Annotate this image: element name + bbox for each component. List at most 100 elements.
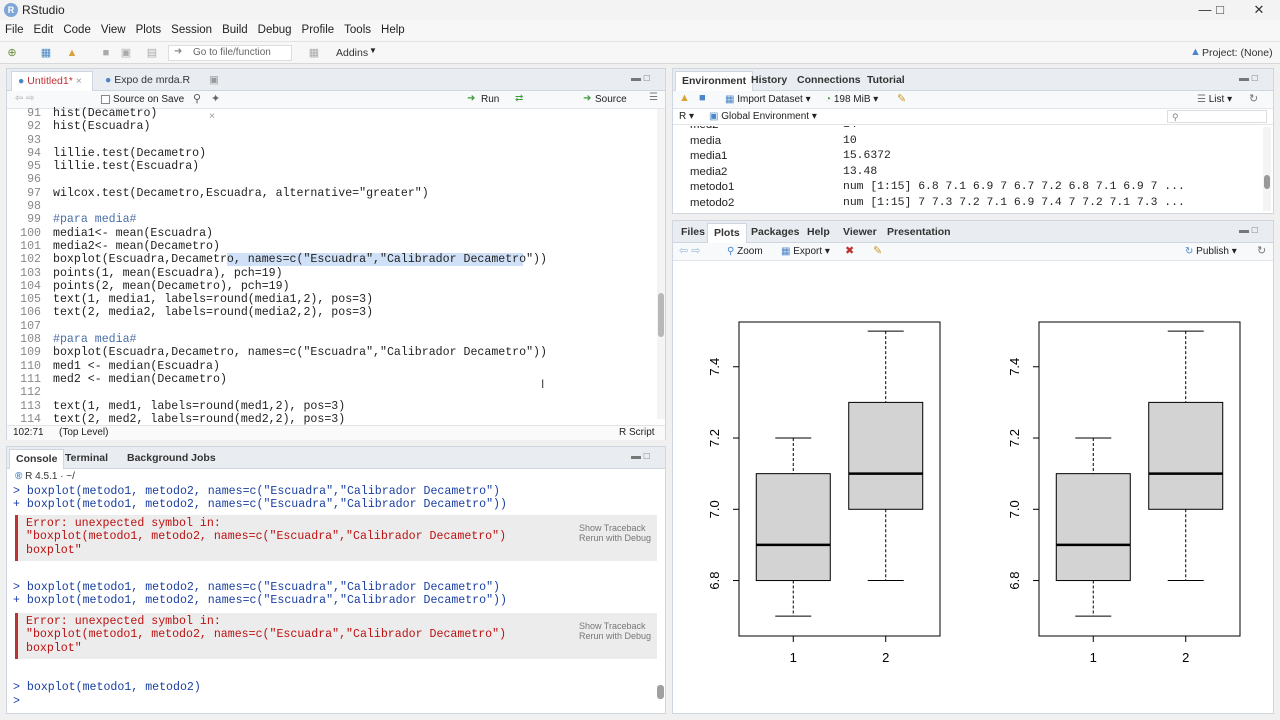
plots-toolbar: ⇦ ⇨ ⚲ Zoom ▦ Export ▾ ✖ ✎ ↻ Publish ▾ ↻	[673, 243, 1273, 261]
line-number: 98	[27, 200, 41, 214]
pane-layout-icon[interactable]: ▦	[306, 45, 322, 61]
minimize-plots-icon[interactable]: ▬ □	[1239, 225, 1258, 236]
list-view-menu[interactable]: ☰ List ▾	[1197, 94, 1232, 105]
open-file-icon[interactable]: ▲	[64, 45, 80, 61]
tab-history[interactable]: History	[745, 71, 793, 91]
tab-connections[interactable]: Connections	[791, 71, 867, 91]
menu-edit[interactable]: Edit	[29, 20, 59, 40]
import-dataset-button[interactable]: ▦ Import Dataset ▾	[725, 94, 811, 105]
publish-button[interactable]: ↻ Publish ▾	[1185, 246, 1237, 257]
env-scrollbar[interactable]	[1263, 127, 1271, 211]
menu-help[interactable]: Help	[376, 20, 410, 40]
console-last-command: > boxplot(metodo1, metodo2)	[13, 681, 201, 694]
load-workspace-icon[interactable]: ▲	[679, 92, 690, 104]
back-forward-icon[interactable]: ⇦ ⇨	[15, 93, 35, 104]
save-icon[interactable]: ■	[98, 45, 114, 61]
tab-help[interactable]: Help	[801, 223, 836, 243]
language-menu[interactable]: R ▾	[679, 111, 694, 122]
menu-plots[interactable]: Plots	[131, 20, 167, 40]
tab-expo-de-mrda[interactable]: ● Expo de mrda.R ×	[99, 71, 199, 104]
project-menu[interactable]: Project: (None)	[1202, 47, 1273, 59]
rstudio-logo-icon: R	[4, 3, 18, 17]
broom-icon[interactable]: ✎	[873, 244, 882, 257]
tab-untitled1[interactable]: ● Untitled1* ×	[11, 71, 93, 91]
tab-tutorial[interactable]: Tutorial	[861, 71, 911, 91]
save-workspace-icon[interactable]: ■	[699, 92, 706, 104]
outline-icon[interactable]: ☰	[649, 92, 658, 103]
menu-debug[interactable]: Debug	[253, 20, 297, 40]
search-icon[interactable]: ⚲	[193, 92, 201, 105]
zoom-button[interactable]: ⚲ Zoom	[727, 246, 763, 257]
menu-tools[interactable]: Tools	[339, 20, 376, 40]
env-var-name[interactable]: media1	[690, 150, 727, 162]
tab-presentation[interactable]: Presentation	[881, 223, 957, 243]
code-line: 112	[9, 386, 651, 399]
new-file-icon[interactable]: ⊕	[4, 45, 20, 61]
broom-icon[interactable]: ✎	[897, 92, 906, 105]
traceback-links-1[interactable]: Show Traceback Rerun with Debug	[579, 523, 651, 543]
addins-menu[interactable]: Addins	[336, 47, 368, 59]
save-all-icon[interactable]: ▣	[118, 45, 134, 61]
maximize-icon[interactable]: □	[1205, 1, 1235, 19]
magic-wand-icon[interactable]: ✦	[211, 92, 220, 105]
export-menu[interactable]: ▦ Export ▾	[781, 246, 830, 257]
env-var-name[interactable]: med2	[690, 126, 719, 131]
tab-files[interactable]: Files	[675, 223, 711, 243]
tab-packages[interactable]: Packages	[745, 223, 805, 243]
global-environment-menu[interactable]: ▣ Global Environment ▾	[709, 111, 817, 122]
refresh-env-icon[interactable]: ↻	[1249, 92, 1258, 105]
close-icon[interactable]: ✕	[1244, 1, 1274, 19]
env-var-name[interactable]: media	[690, 135, 721, 147]
menu-profile[interactable]: Profile	[297, 20, 340, 40]
code-editor[interactable]: 91 hist(Decametro) 92 hist(Escuadra) 93 94 lil…	[9, 107, 651, 425]
tab-environment[interactable]: Environment	[675, 71, 754, 91]
run-button[interactable]: Run	[481, 94, 499, 105]
env-search-input[interactable]: ⚲	[1167, 110, 1267, 123]
new-project-icon[interactable]: ▦	[38, 45, 54, 61]
tab-plots[interactable]: Plots	[707, 223, 747, 243]
tab-console[interactable]: Console	[9, 449, 65, 469]
env-var-name[interactable]: metodo1	[690, 181, 734, 193]
menu-file[interactable]: File	[0, 20, 29, 40]
console-output[interactable]: > boxplot(metodo1, metodo2, names=c("Esc…	[7, 485, 657, 713]
line-text: hist(Escuadra)	[53, 120, 151, 134]
menu-session[interactable]: Session	[166, 20, 217, 40]
menu-view[interactable]: View	[96, 20, 131, 40]
tab-background-jobs[interactable]: Background Jobs	[121, 449, 222, 469]
console-tabbar: Console Terminal Background Jobs ▬ □	[7, 447, 665, 469]
menu-build[interactable]: Build	[217, 20, 253, 40]
env-var-value: num [1:15] 7 7.3 7.2 7.1 6.9 7.4 7 7.2 7…	[843, 197, 1185, 209]
prev-plot-icon[interactable]: ⇦ ⇨	[679, 244, 701, 257]
minimize-env-icon[interactable]: ▬ □	[1239, 73, 1258, 84]
line-text: media2<- mean(Decametro)	[53, 239, 220, 253]
source-on-save-checkbox[interactable]	[101, 95, 110, 104]
scope-indicator[interactable]: (Top Level)	[59, 427, 108, 438]
tab-ejercicio[interactable]: ▣ ejercicio_pal_parcial ×	[203, 71, 319, 122]
env-toolbar: ▲ ■ ▦ Import Dataset ▾ ◔ 198 MiB ▾ ✎ ☰ L…	[673, 91, 1273, 109]
file-type-indicator[interactable]: R Script	[619, 427, 655, 438]
code-line: 111 med2 <- median(Decametro)	[9, 373, 651, 386]
tab-terminal[interactable]: Terminal	[59, 449, 114, 469]
editor-scrollbar[interactable]	[657, 109, 665, 419]
minimize-pane-icon[interactable]: ▬ □	[631, 73, 650, 84]
maximize-pane-icon[interactable]: ▬ □	[631, 451, 650, 462]
source-button[interactable]: Source	[595, 94, 627, 105]
print-icon[interactable]: ▤	[144, 45, 160, 61]
environment-pane: Environment History Connections Tutorial…	[672, 68, 1274, 214]
console-prompt[interactable]: >	[13, 695, 27, 708]
rerun-icon[interactable]: ⇄	[515, 93, 523, 104]
editor-status-bar: 102:71 (Top Level) R Script	[7, 425, 665, 440]
traceback-links-2[interactable]: Show Traceback Rerun with Debug	[579, 621, 651, 641]
env-var-name[interactable]: metodo2	[690, 197, 734, 209]
tab-viewer[interactable]: Viewer	[837, 223, 883, 243]
menu-code[interactable]: Code	[58, 20, 96, 40]
goto-file-input[interactable]: Go to file/function	[168, 45, 292, 61]
remove-plot-icon[interactable]: ✖	[845, 244, 854, 257]
env-var-name[interactable]: media2	[690, 166, 727, 178]
line-number: 112	[20, 386, 41, 400]
line-text: text(2, media2, labels=round(media2,2), …	[53, 306, 374, 320]
memory-usage[interactable]: ◔ 198 MiB ▾	[825, 94, 878, 105]
error-box-1: Error: unexpected symbol in: "boxplot(me…	[15, 515, 657, 561]
console-scrollbar[interactable]	[657, 685, 664, 699]
refresh-plot-icon[interactable]: ↻	[1257, 244, 1266, 257]
